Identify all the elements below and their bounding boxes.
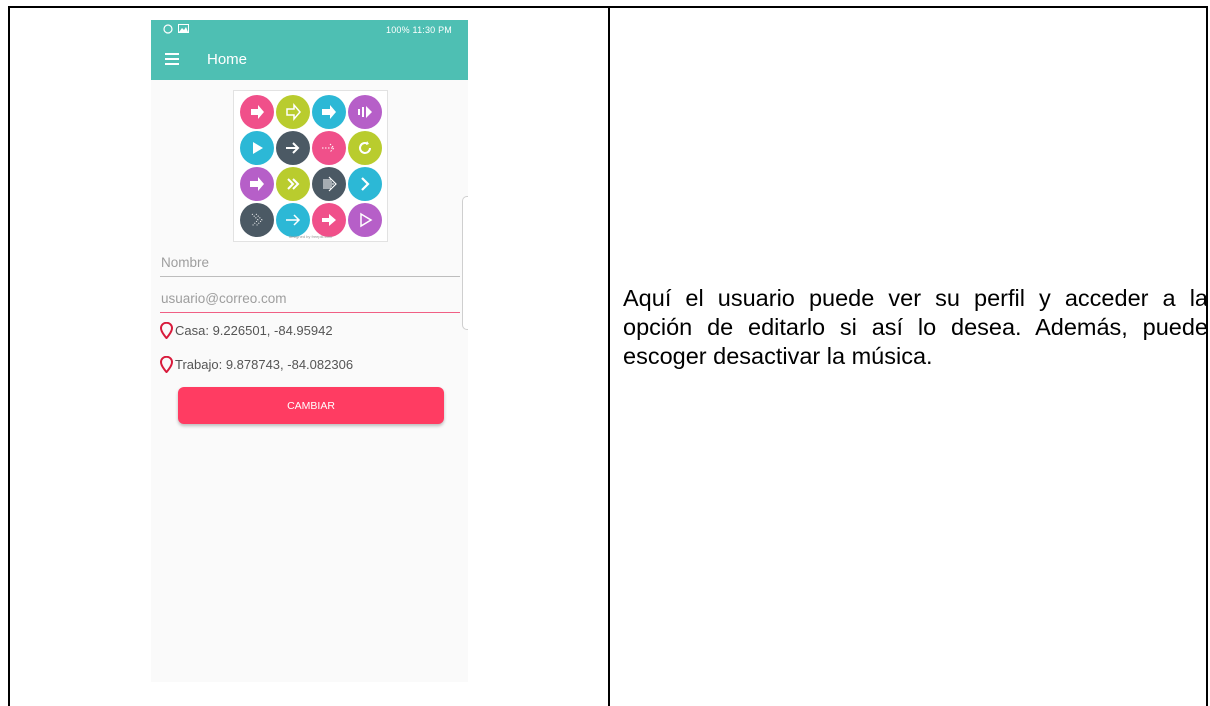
arrow-icon xyxy=(276,95,310,129)
logo-caption: designed by freepik.com xyxy=(288,234,333,239)
arrow-icon xyxy=(276,203,310,237)
arrow-icon xyxy=(240,167,274,201)
home-location: Casa: 9.226501, -84.95942 xyxy=(160,322,333,339)
cambiar-button[interactable]: CAMBIAR xyxy=(178,387,444,424)
arrow-icons-grid xyxy=(240,95,382,237)
phone-screenshot: 100% 11:30 PM Home designed by freepik.c… xyxy=(151,20,468,682)
work-location: Trabajo: 9.878743, -84.082306 xyxy=(160,356,353,373)
side-panel-edge[interactable] xyxy=(462,196,468,330)
status-bar: 100% 11:30 PM xyxy=(151,20,468,40)
home-location-text: Casa: 9.226501, -84.95942 xyxy=(175,323,333,338)
name-field[interactable]: Nombre xyxy=(160,250,460,277)
arrow-icon xyxy=(312,95,346,129)
double-chevron-icon xyxy=(276,167,310,201)
image-icon xyxy=(178,24,189,33)
app-bar: Home xyxy=(151,40,468,80)
arrow-icon xyxy=(348,95,382,129)
play-outline-icon xyxy=(348,203,382,237)
email-placeholder: usuario@correo.com xyxy=(161,291,287,306)
app-title: Home xyxy=(207,51,248,68)
arrow-icon xyxy=(276,131,310,165)
play-icon xyxy=(240,131,274,165)
work-location-text: Trabajo: 9.878743, -84.082306 xyxy=(175,357,354,372)
arrow-icon xyxy=(312,131,346,165)
profile-image: designed by freepik.com xyxy=(233,90,388,242)
arrow-icon xyxy=(240,95,274,129)
status-icons-left xyxy=(163,24,189,34)
name-placeholder: Nombre xyxy=(161,255,210,270)
arrow-icon xyxy=(312,167,346,201)
refresh-icon xyxy=(348,131,382,165)
map-pin-icon xyxy=(160,322,173,339)
description-text: Aquí el usuario puede ver su perfil y ac… xyxy=(623,285,1208,369)
whatsapp-icon xyxy=(163,24,173,34)
chevron-right-icon xyxy=(240,203,274,237)
email-field[interactable]: usuario@correo.com xyxy=(160,286,460,313)
status-time-battery: 100% 11:30 PM xyxy=(386,25,452,35)
chevron-right-icon xyxy=(348,167,382,201)
arrow-icon xyxy=(312,203,346,237)
map-pin-icon xyxy=(160,356,173,373)
menu-icon[interactable] xyxy=(165,53,179,65)
column-divider xyxy=(608,8,610,706)
